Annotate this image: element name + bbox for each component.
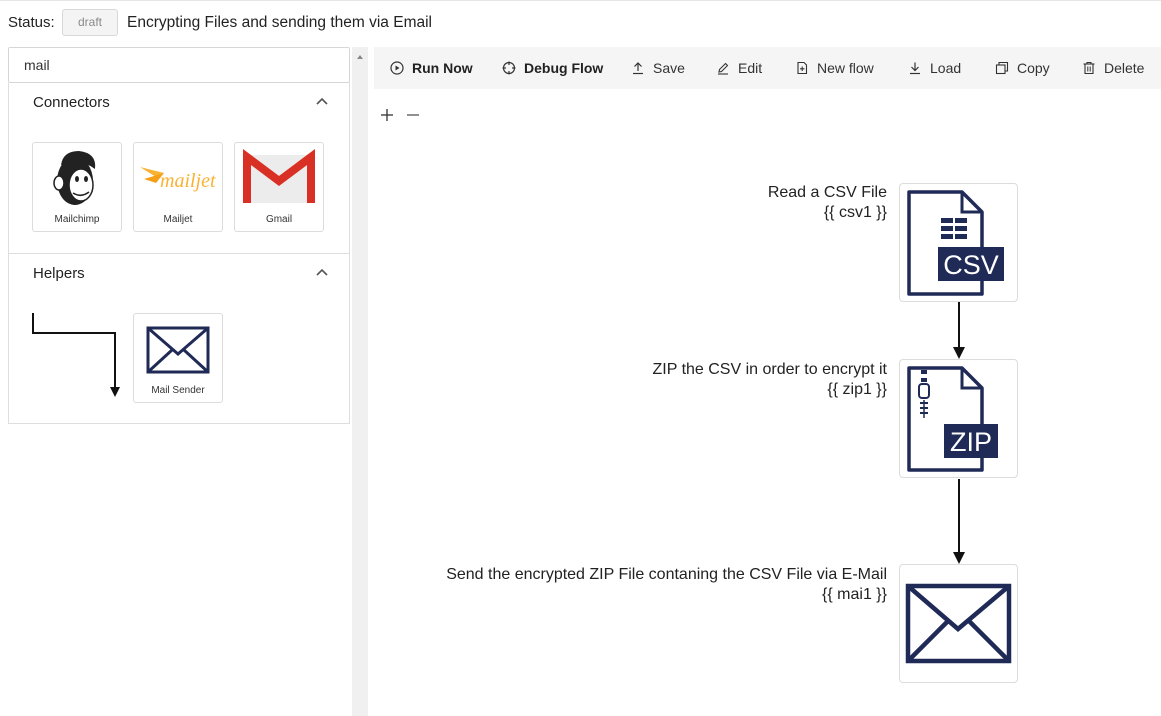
delete-button[interactable]: Delete <box>1082 47 1144 89</box>
save-label: Save <box>653 60 685 76</box>
mailchimp-logo-icon <box>53 151 96 205</box>
node-title: Send the encrypted ZIP File contaning th… <box>446 566 887 583</box>
edit-button[interactable]: Edit <box>716 47 762 89</box>
node-csv[interactable]: CSV <box>899 183 1018 302</box>
node-zip[interactable]: ZIP <box>899 359 1018 478</box>
node-mail-text: Send the encrypted ZIP File contaning th… <box>446 565 887 605</box>
new-flow-label: New flow <box>817 60 874 76</box>
play-circle-icon <box>390 61 404 75</box>
load-label: Load <box>930 60 962 76</box>
toolbar: Run Now Debug Flow Save Edit New flow Lo… <box>374 47 1161 89</box>
flow-title: Encrypting Files and sending them via Em… <box>127 14 432 31</box>
crosshair-icon <box>502 61 516 75</box>
upload-icon <box>633 62 643 75</box>
pencil-icon <box>718 62 729 75</box>
edit-label: Edit <box>738 60 763 76</box>
node-title: Read a CSV File <box>767 184 887 201</box>
sidebar-panel: Connectors Mailchimp mailjet Mailjet Gma… <box>8 83 350 424</box>
top-divider <box>0 0 1161 1</box>
search-input[interactable] <box>8 47 350 83</box>
chevron-up-icon <box>316 97 328 105</box>
node-mail[interactable] <box>899 564 1018 683</box>
node-ref: {{ zip1 }} <box>827 381 887 398</box>
copy-icon <box>995 61 1009 75</box>
tile-label: Mailjet <box>163 214 193 225</box>
connector-gmail[interactable]: Gmail <box>234 142 324 232</box>
copy-button[interactable]: Copy <box>995 47 1050 89</box>
connector-arrow-icon <box>32 313 120 397</box>
node-ref: {{ csv1 }} <box>823 204 887 221</box>
run-now-label: Run Now <box>412 60 473 76</box>
trash-icon <box>1083 61 1095 75</box>
delete-label: Delete <box>1104 60 1145 76</box>
envelope-icon <box>146 326 210 374</box>
zip-file-icon: ZIP <box>907 366 998 472</box>
tile-label: Gmail <box>265 214 293 225</box>
envelope-icon <box>905 583 1012 664</box>
helpers-section-title: Helpers <box>33 265 85 282</box>
new-flow-button[interactable]: New flow <box>795 47 874 89</box>
tile-label: Mail Sender <box>151 385 205 396</box>
zoom-in-icon[interactable] <box>379 107 395 123</box>
status-badge: draft <box>62 9 118 36</box>
edge-arrowhead <box>953 552 965 564</box>
mailjet-logo-text: mailjet <box>160 170 216 192</box>
save-button[interactable]: Save <box>631 47 685 89</box>
debug-flow-label: Debug Flow <box>524 60 604 76</box>
status-label: Status: <box>8 14 55 31</box>
copy-label: Copy <box>1017 60 1050 76</box>
node-zip-text: ZIP the CSV in order to encrypt it {{ zi… <box>653 360 887 400</box>
node-csv-text: Read a CSV File {{ csv1 }} <box>768 183 887 223</box>
chevron-up-icon <box>316 268 328 276</box>
node-ref: {{ mai1 }} <box>822 586 887 603</box>
edge-arrowhead <box>953 347 965 359</box>
debug-flow-button[interactable]: Debug Flow <box>502 47 603 89</box>
gmail-logo-icon <box>243 149 315 203</box>
zoom-out-icon[interactable] <box>405 107 421 123</box>
connectors-section-title: Connectors <box>33 94 110 111</box>
connectors-section-header[interactable]: Connectors <box>9 83 349 119</box>
tile-label: Mailchimp <box>54 214 100 225</box>
zip-badge-text: ZIP <box>950 427 992 457</box>
csv-file-icon: CSV <box>907 190 1004 296</box>
helper-mail-sender[interactable]: Mail Sender <box>133 313 223 403</box>
scrollbar[interactable] <box>352 47 368 716</box>
helpers-section-header[interactable]: Helpers <box>9 254 349 290</box>
node-title: ZIP the CSV in order to encrypt it <box>652 361 887 378</box>
load-button[interactable]: Load <box>908 47 961 89</box>
scroll-up-arrow-icon[interactable] <box>352 50 368 64</box>
connector-mailjet[interactable]: mailjet Mailjet <box>133 142 223 232</box>
file-add-icon <box>797 61 808 75</box>
mailjet-logo-icon: mailjet <box>140 167 216 192</box>
run-now-button[interactable]: Run Now <box>390 47 473 89</box>
download-icon <box>910 62 920 75</box>
connector-mailchimp[interactable]: Mailchimp <box>32 142 122 232</box>
csv-badge-text: CSV <box>943 250 999 280</box>
